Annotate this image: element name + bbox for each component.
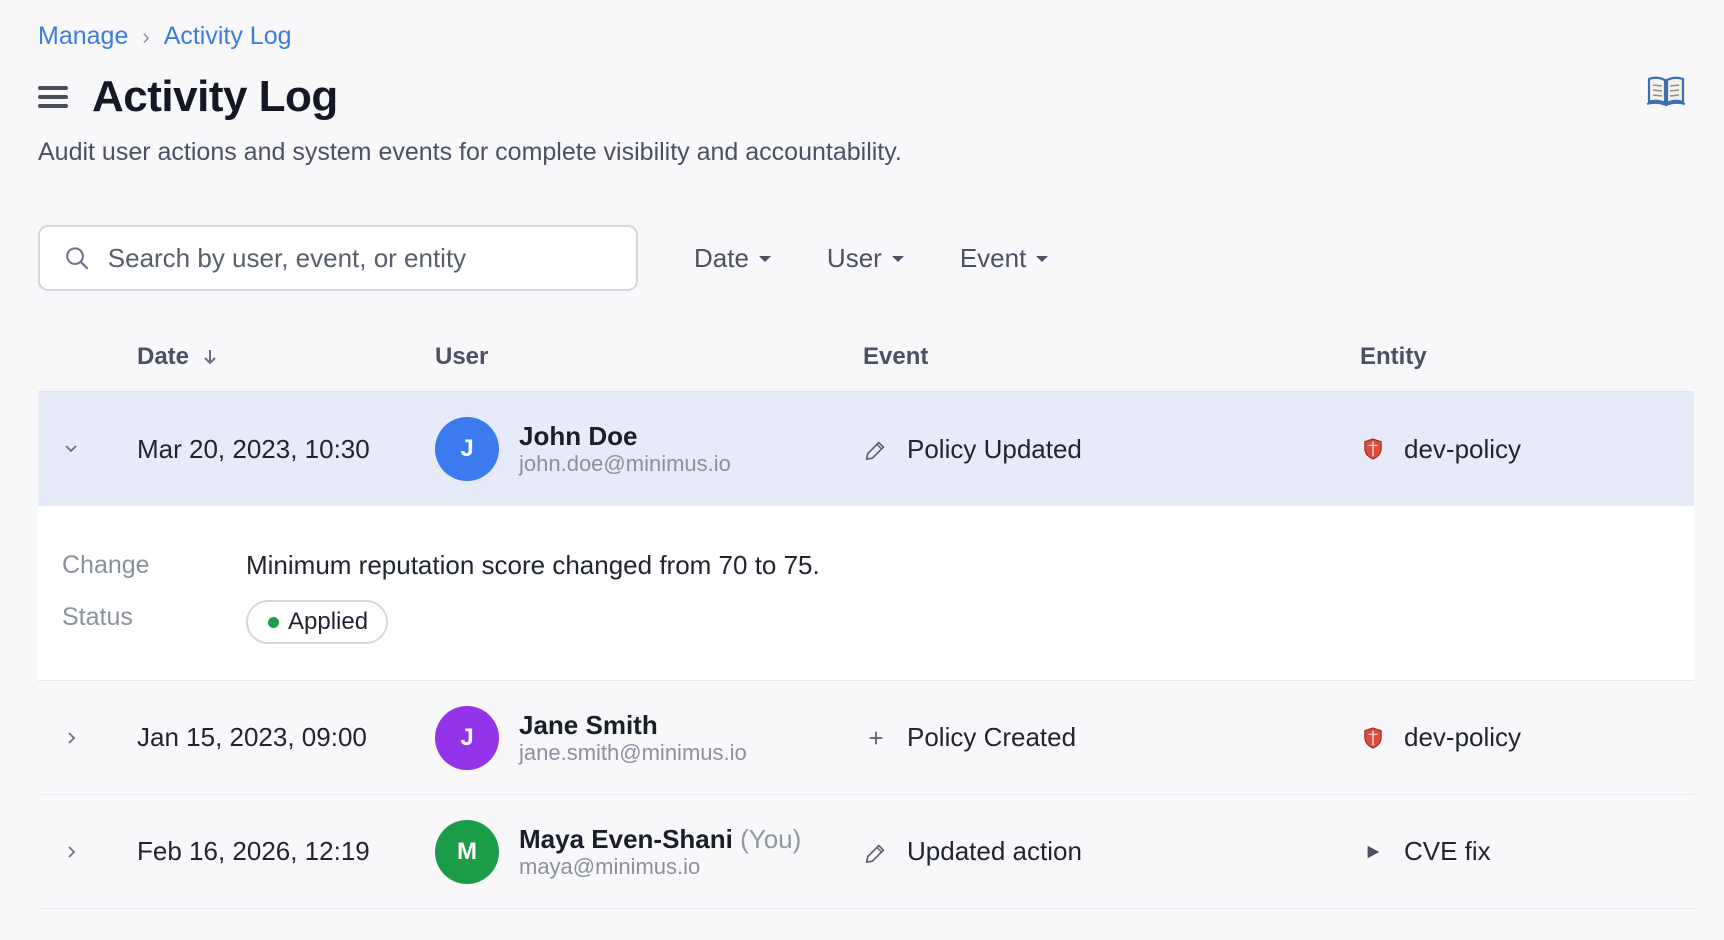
row-entity[interactable]: dev-policy [1360, 722, 1694, 753]
table-row[interactable]: Feb 16, 2026, 12:19 M Maya Even-Shani (Y… [38, 795, 1694, 909]
event-label: Updated action [907, 836, 1082, 866]
you-tag: (You) [740, 823, 802, 854]
user-email: maya@minimus.io [519, 853, 701, 879]
entity-label: CVE fix [1404, 836, 1491, 866]
caret-down-icon [758, 256, 771, 262]
row-date: Mar 20, 2023, 10:30 [137, 433, 370, 464]
play-icon [1360, 839, 1386, 865]
search-input[interactable] [107, 242, 612, 274]
entity-label: dev-policy [1404, 433, 1522, 464]
row-entity[interactable]: CVE fix [1360, 836, 1694, 867]
event-label: Policy Created [907, 722, 1077, 752]
row-event: Policy Created [863, 722, 1360, 753]
pencil-icon [863, 436, 889, 462]
table-row[interactable]: Mar 20, 2023, 10:30 J John Doe john.doe@… [38, 392, 1694, 506]
status-badge: Applied [246, 600, 389, 644]
status-dot-icon [268, 616, 279, 628]
table-row[interactable]: Jan 15, 2023, 09:00 J Jane Smith jane.sm… [38, 681, 1694, 795]
filter-bar: Date User Event [38, 225, 1049, 291]
avatar: M [435, 819, 499, 884]
event-label: Policy Updated [907, 433, 1082, 464]
activity-table: Date User Event Entity Mar 20, 2023, 10:… [38, 322, 1694, 909]
plus-icon [863, 725, 889, 751]
book-icon[interactable] [1646, 74, 1686, 108]
avatar: J [435, 705, 499, 770]
search-box[interactable] [38, 225, 638, 291]
chevron-right-icon[interactable] [38, 844, 104, 860]
user-email: john.doe@minimus.io [519, 451, 731, 476]
row-event: Updated action [863, 836, 1360, 867]
user-name: John Doe [519, 421, 638, 451]
pencil-icon [863, 839, 889, 865]
change-label: Change [62, 551, 150, 579]
row-entity[interactable]: dev-policy [1360, 434, 1694, 465]
event-filter-label: Event [959, 242, 1027, 273]
user-column-header: User [435, 342, 489, 370]
menu-icon[interactable] [38, 86, 68, 108]
event-filter-dropdown[interactable]: Event [960, 243, 1049, 274]
chevron-right-icon[interactable] [38, 730, 104, 746]
breadcrumb-activity-log-link[interactable]: Activity Log [164, 22, 292, 51]
user-filter-label: User [826, 242, 882, 273]
arrow-down-icon [204, 349, 216, 364]
search-icon [66, 247, 89, 270]
row-date: Feb 16, 2026, 12:19 [137, 836, 370, 866]
shield-icon [1360, 436, 1386, 462]
date-column-header[interactable]: Date [137, 343, 435, 371]
row-date: Jan 15, 2023, 09:00 [137, 722, 367, 752]
entity-label: dev-policy [1404, 722, 1522, 752]
status-value: Applied [288, 608, 369, 635]
chevron-down-icon[interactable] [38, 441, 104, 457]
entity-column-header: Entity [1360, 342, 1427, 370]
breadcrumb-separator: › [142, 23, 150, 49]
caret-down-icon [1036, 256, 1049, 262]
row-event: Policy Updated [863, 434, 1360, 465]
shield-icon [1360, 725, 1386, 751]
page-title: Activity Log [92, 72, 338, 121]
user-filter-dropdown[interactable]: User [827, 243, 904, 274]
change-value: Minimum reputation score changed from 70… [246, 550, 820, 580]
user-email: jane.smith@minimus.io [519, 739, 747, 765]
row-user: M Maya Even-Shani (You) maya@minimus.io [435, 819, 863, 884]
row-detail-panel: Change Minimum reputation score changed … [38, 506, 1694, 681]
status-label: Status [62, 603, 133, 631]
row-user: J John Doe john.doe@minimus.io [435, 417, 863, 481]
breadcrumb: Manage › Activity Log [38, 22, 292, 51]
activity-log-page: Manage › Activity Log Activity Log Audit… [0, 0, 1724, 940]
date-filter-dropdown[interactable]: Date [694, 243, 771, 274]
date-column-label: Date [137, 342, 190, 370]
user-name: Jane Smith [519, 709, 658, 740]
breadcrumb-manage-link[interactable]: Manage [38, 22, 128, 51]
table-header: Date User Event Entity [38, 322, 1694, 392]
page-subtitle: Audit user actions and system events for… [38, 138, 902, 166]
page-header: Activity Log [38, 72, 338, 122]
avatar: J [435, 417, 499, 481]
event-column-header: Event [863, 342, 929, 370]
date-filter-label: Date [694, 242, 749, 273]
caret-down-icon [891, 256, 904, 262]
user-name: Maya Even-Shani (You) [519, 823, 802, 854]
row-user: J Jane Smith jane.smith@minimus.io [435, 705, 863, 770]
